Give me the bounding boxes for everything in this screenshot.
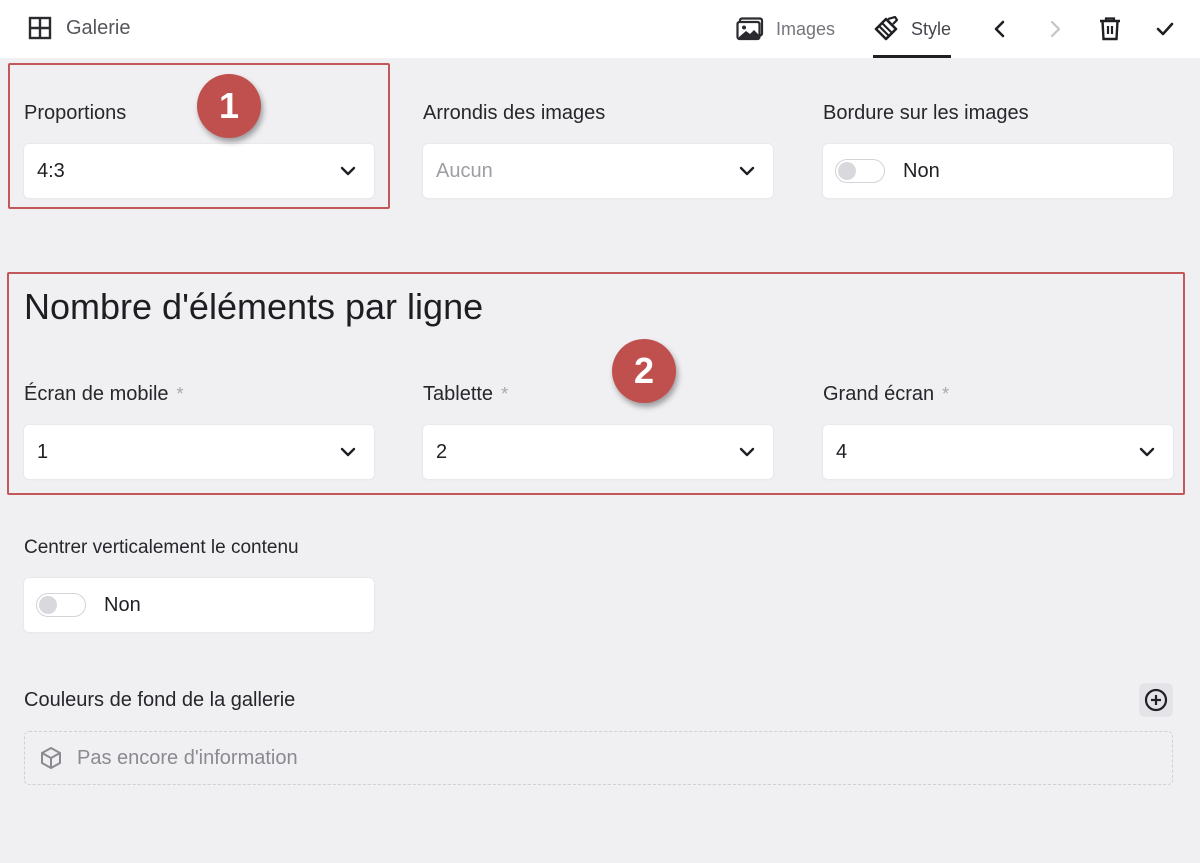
rounding-label: Arrondis des images bbox=[423, 102, 606, 124]
desktop-label-text: Grand écran bbox=[823, 383, 935, 405]
next-button[interactable] bbox=[1040, 14, 1070, 44]
chevron-right-icon bbox=[1050, 20, 1061, 38]
tab-images[interactable]: Images bbox=[736, 0, 835, 58]
center-toggle-state: Non bbox=[104, 593, 141, 616]
tablet-label: Tablette * bbox=[423, 383, 508, 406]
confirm-button[interactable] bbox=[1150, 14, 1180, 44]
tab-images-label: Images bbox=[776, 18, 836, 39]
desktop-columns-select[interactable]: 4 bbox=[823, 425, 1173, 479]
mobile-label-text: Écran de mobile bbox=[24, 383, 169, 405]
chevron-down-icon bbox=[340, 166, 356, 176]
box-icon bbox=[41, 747, 61, 769]
add-circle-icon bbox=[1144, 688, 1168, 712]
style-brush-icon bbox=[874, 16, 899, 41]
required-marker: * bbox=[501, 384, 509, 404]
bg-colors-label: Couleurs de fond de la gallerie bbox=[24, 689, 296, 711]
previous-button[interactable] bbox=[985, 14, 1015, 44]
rounding-select[interactable]: Aucun bbox=[423, 144, 773, 198]
tablet-columns-select[interactable]: 2 bbox=[423, 425, 773, 479]
tablet-columns-value: 2 bbox=[436, 440, 448, 463]
bg-colors-empty-state: Pas encore d'information bbox=[24, 731, 1173, 785]
mobile-columns-select[interactable]: 1 bbox=[24, 425, 374, 479]
rounding-placeholder: Aucun bbox=[436, 159, 493, 182]
proportions-select[interactable]: 4:3 bbox=[24, 144, 374, 198]
empty-state-text: Pas encore d'information bbox=[77, 746, 298, 769]
image-icon bbox=[736, 17, 764, 41]
border-toggle[interactable] bbox=[835, 159, 885, 183]
desktop-columns-value: 4 bbox=[836, 440, 848, 463]
top-bar: Galerie Images Style bbox=[0, 0, 1200, 58]
trash-icon bbox=[1100, 17, 1120, 41]
chevron-down-icon bbox=[739, 447, 755, 457]
required-marker: * bbox=[942, 384, 950, 404]
page-title: Galerie bbox=[66, 16, 131, 39]
mobile-label: Écran de mobile * bbox=[24, 383, 184, 406]
chevron-down-icon bbox=[739, 166, 755, 176]
border-label: Bordure sur les images bbox=[823, 102, 1029, 124]
active-tab-indicator bbox=[873, 55, 952, 58]
toggle-knob bbox=[39, 596, 57, 614]
border-toggle-state: Non bbox=[903, 159, 940, 182]
proportions-value: 4:3 bbox=[37, 159, 65, 182]
tablet-label-text: Tablette bbox=[423, 383, 494, 405]
toggle-knob bbox=[838, 162, 856, 180]
center-label: Centrer verticalement le contenu bbox=[24, 537, 299, 558]
delete-button[interactable] bbox=[1095, 14, 1125, 44]
proportions-label: Proportions bbox=[24, 102, 127, 124]
mobile-columns-value: 1 bbox=[37, 440, 49, 463]
chevron-down-icon bbox=[1139, 447, 1155, 457]
brand: Galerie bbox=[28, 16, 130, 40]
gallery-layout-icon bbox=[28, 16, 52, 40]
border-toggle-field: Non bbox=[823, 144, 1173, 198]
annotation-marker-2: 2 bbox=[612, 339, 676, 403]
center-toggle[interactable] bbox=[36, 593, 86, 617]
desktop-label: Grand écran * bbox=[823, 383, 949, 406]
tab-style-label: Style bbox=[911, 18, 952, 39]
per-row-heading: Nombre d'éléments par ligne bbox=[24, 286, 484, 327]
required-marker: * bbox=[176, 384, 184, 404]
center-toggle-field: Non bbox=[24, 578, 374, 632]
check-icon bbox=[1156, 22, 1174, 36]
add-color-button[interactable] bbox=[1139, 683, 1173, 717]
tab-style[interactable]: Style bbox=[873, 0, 952, 58]
chevron-left-icon bbox=[994, 20, 1005, 38]
annotation-marker-1: 1 bbox=[197, 74, 261, 138]
chevron-down-icon bbox=[340, 447, 356, 457]
